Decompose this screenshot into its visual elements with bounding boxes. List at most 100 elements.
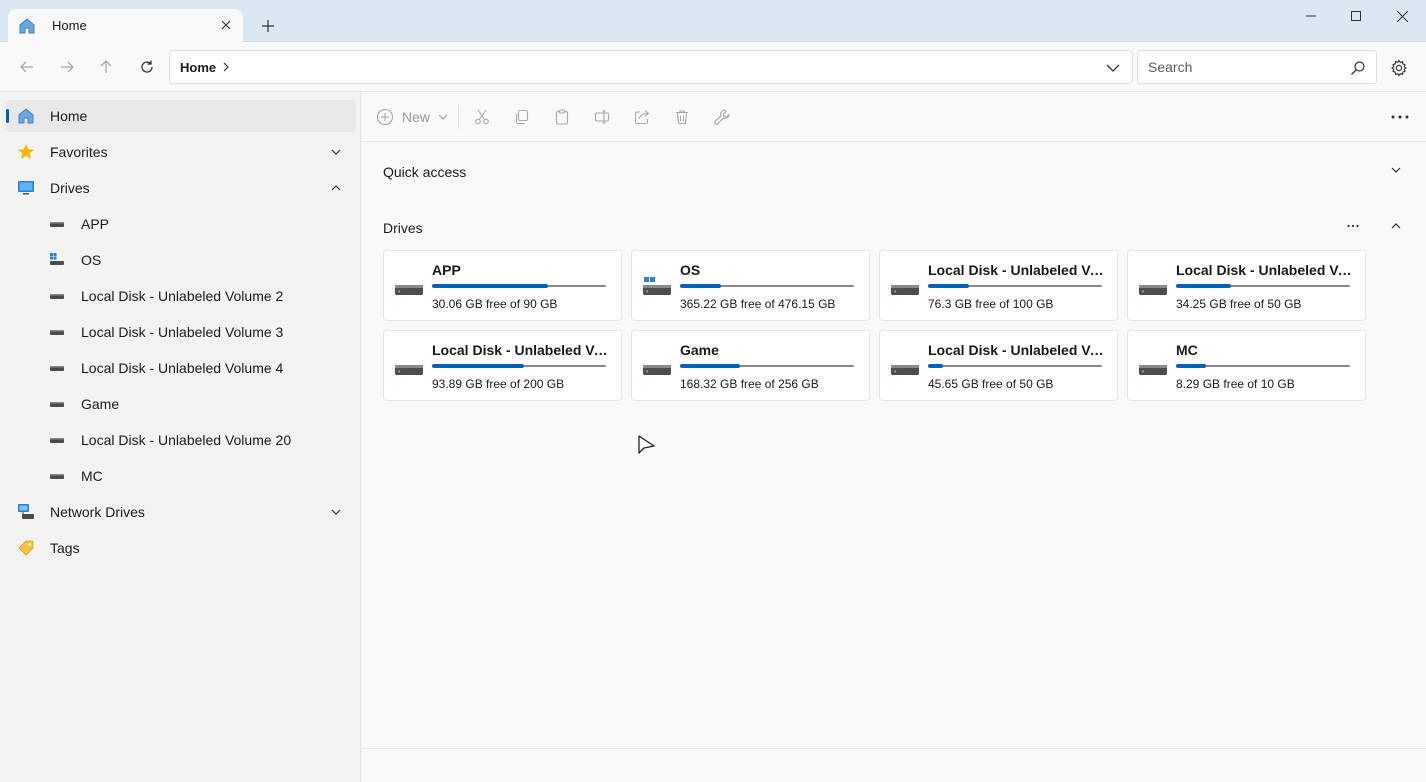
chevron-down-icon[interactable] (328, 144, 344, 160)
drive-usage-bar (1176, 364, 1350, 368)
new-label: New (402, 109, 431, 125)
sidebar-item-home[interactable]: Home (6, 100, 356, 132)
drive-free-space: 76.3 GB free of 100 GB (928, 297, 1054, 311)
search-input[interactable] (1148, 59, 1338, 75)
maximize-button[interactable] (1333, 0, 1379, 32)
home-icon (18, 17, 36, 35)
sidebar-item-tags[interactable]: Tags (6, 532, 356, 564)
drive-icon (890, 277, 920, 297)
chevron-right-icon[interactable] (222, 62, 230, 72)
search-box[interactable] (1137, 50, 1377, 84)
drive-icon (394, 357, 424, 377)
add-icon (376, 108, 394, 126)
drive-icon (394, 277, 424, 297)
minimize-button[interactable] (1288, 0, 1334, 32)
chevron-down-icon[interactable] (1104, 59, 1122, 77)
sidebar-item-label: Tags (50, 540, 80, 556)
drive-free-space: 93.89 GB free of 200 GB (432, 377, 565, 391)
sidebar-item-favorites[interactable]: Favorites (6, 136, 356, 168)
sidebar-item-label: Local Disk - Unlabeled Volume 2 (81, 288, 284, 304)
title-bar: Home (0, 0, 1426, 42)
sidebar-item-app[interactable]: APP (6, 208, 356, 240)
drive-free-space: 30.06 GB free of 90 GB (432, 297, 558, 311)
drive-free-space: 8.29 GB free of 10 GB (1176, 377, 1295, 391)
drive-icon (1138, 357, 1168, 377)
sidebar-item-volume-2[interactable]: Local Disk - Unlabeled Volume 2 (6, 280, 356, 312)
sidebar-item-drives[interactable]: Drives (6, 172, 356, 204)
chevron-down-icon[interactable] (1388, 162, 1404, 178)
sidebar-item-label: Drives (50, 180, 90, 196)
cut-icon (475, 109, 489, 125)
sidebar-item-label: Network Drives (50, 504, 145, 520)
paste-button[interactable] (550, 105, 574, 129)
drive-usage-bar (432, 284, 606, 288)
drive-card[interactable]: APP 30.06 GB free of 90 GB (383, 250, 622, 321)
quick-access-header[interactable]: Quick access (383, 164, 466, 180)
tab-title: Home (52, 18, 87, 33)
drive-card[interactable]: Local Disk - Unlabeled Vo... 34.25 GB fre… (1127, 250, 1366, 321)
gear-icon (1391, 59, 1407, 77)
drives-header[interactable]: Drives (383, 220, 423, 236)
search-icon[interactable] (1350, 60, 1366, 76)
sidebar-item-game[interactable]: Game (6, 388, 356, 420)
status-bar (362, 748, 1426, 749)
close-window-button[interactable] (1379, 0, 1425, 32)
drive-usage-fill (928, 284, 970, 288)
drive-usage-fill (928, 364, 944, 368)
cut-button[interactable] (470, 105, 494, 129)
drive-card[interactable]: OS 365.22 GB free of 476.15 GB (631, 250, 870, 321)
drive-icon (48, 467, 66, 485)
drive-free-space: 34.25 GB free of 50 GB (1176, 297, 1302, 311)
drive-name: Local Disk - Unlabeled Vo... (1176, 262, 1356, 278)
up-button[interactable] (92, 54, 120, 80)
drive-card[interactable]: Local Disk - Unlabeled Vo... 93.89 GB fre… (383, 330, 622, 401)
drive-card[interactable]: Local Disk - Unlabeled Vo... 45.65 GB fre… (879, 330, 1118, 401)
back-button[interactable] (13, 54, 41, 80)
chevron-up-icon[interactable] (1388, 218, 1404, 234)
sidebar-item-mc[interactable]: MC (6, 460, 356, 492)
toolbar-divider (458, 105, 459, 129)
drive-card[interactable]: Game 168.32 GB free of 256 GB (631, 330, 870, 401)
new-button[interactable]: New (376, 105, 448, 129)
share-button[interactable] (630, 105, 654, 129)
drive-name: Local Disk - Unlabeled Vo... (928, 262, 1108, 278)
drive-card[interactable]: MC 8.29 GB free of 10 GB (1127, 330, 1366, 401)
drive-usage-fill (680, 364, 740, 368)
drive-usage-fill (1176, 284, 1231, 288)
breadcrumb-home[interactable]: Home (180, 60, 216, 75)
sidebar-item-volume-4[interactable]: Local Disk - Unlabeled Volume 4 (6, 352, 356, 384)
drive-icon (48, 215, 66, 233)
drive-name: Local Disk - Unlabeled Vo... (432, 342, 612, 358)
drives-more-button[interactable] (1345, 218, 1361, 234)
copy-button[interactable] (510, 105, 534, 129)
rename-button[interactable] (590, 105, 614, 129)
drive-usage-bar (928, 284, 1102, 288)
refresh-button[interactable] (133, 54, 161, 80)
sidebar-item-volume-3[interactable]: Local Disk - Unlabeled Volume 3 (6, 316, 356, 348)
drive-free-space: 168.32 GB free of 256 GB (680, 377, 819, 391)
properties-button[interactable] (710, 105, 734, 129)
chevron-down-icon[interactable] (328, 504, 344, 520)
forward-button[interactable] (53, 54, 81, 80)
drive-icon (1138, 277, 1168, 297)
mouse-cursor-icon (637, 434, 657, 456)
sidebar-item-os[interactable]: OS (6, 244, 356, 276)
delete-icon (676, 110, 688, 125)
drive-usage-bar (1176, 284, 1350, 288)
sidebar-item-label: Local Disk - Unlabeled Volume 3 (81, 324, 284, 340)
delete-button[interactable] (670, 105, 694, 129)
close-icon[interactable] (217, 16, 235, 34)
tab-home[interactable]: Home (8, 9, 243, 42)
address-bar[interactable]: Home (169, 50, 1133, 84)
drive-icon (48, 359, 66, 377)
settings-button[interactable] (1386, 55, 1412, 81)
new-tab-button[interactable] (256, 14, 280, 38)
star-icon (17, 143, 35, 161)
sidebar-item-volume-20[interactable]: Local Disk - Unlabeled Volume 20 (6, 424, 356, 456)
drive-usage-bar (928, 364, 1102, 368)
more-options-button[interactable] (1388, 105, 1412, 129)
home-icon (17, 107, 35, 125)
drive-card[interactable]: Local Disk - Unlabeled Vo... 76.3 GB free… (879, 250, 1118, 321)
sidebar-item-network-drives[interactable]: Network Drives (6, 496, 356, 528)
chevron-up-icon[interactable] (328, 180, 344, 196)
